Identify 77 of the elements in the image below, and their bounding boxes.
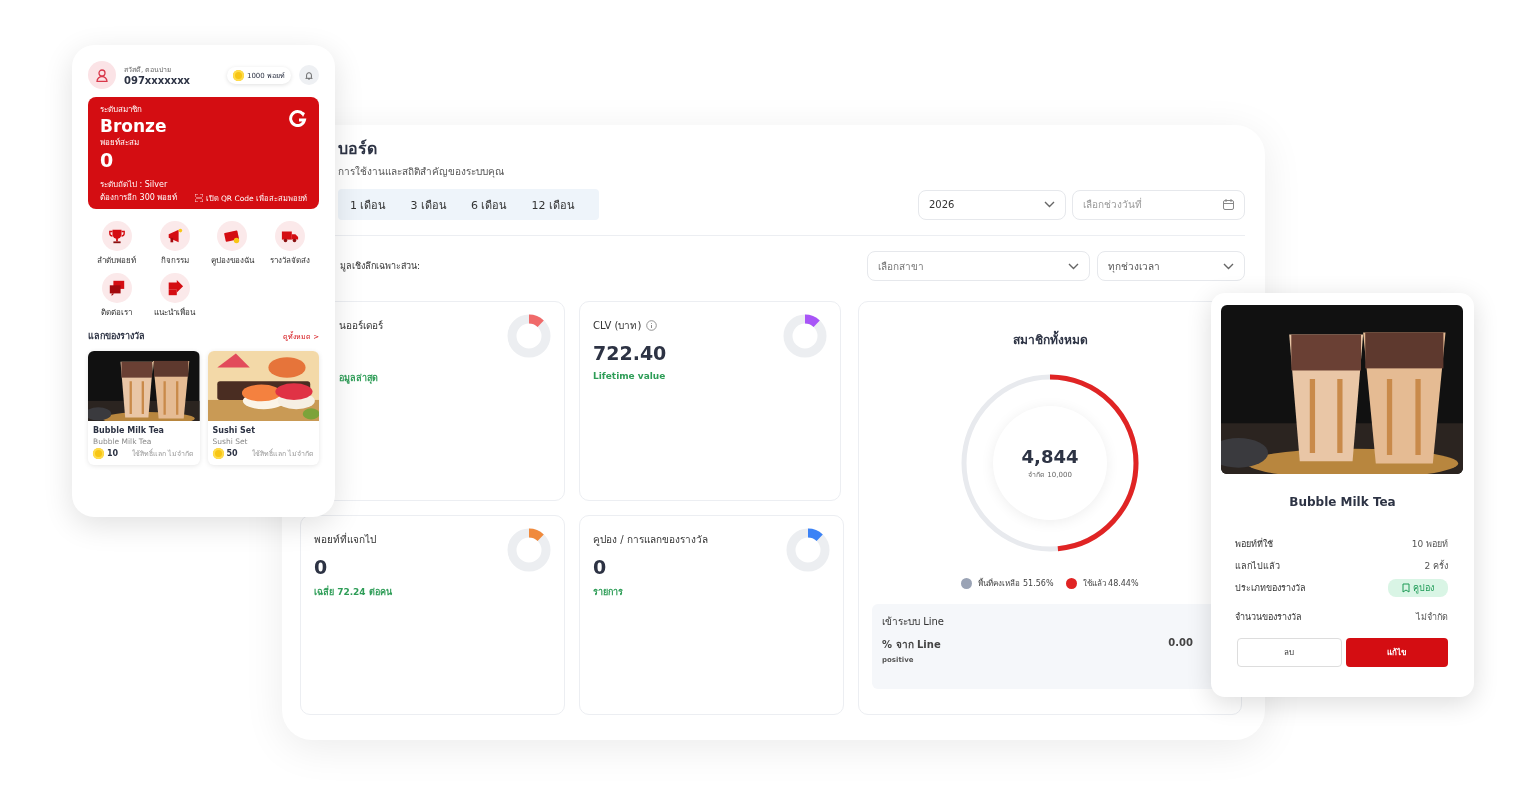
calendar-icon [1223, 199, 1234, 210]
phone-number: 097xxxxxxx [124, 75, 192, 86]
detail-label: แลกไปแล้ว [1235, 559, 1280, 573]
stat-value: 0 [314, 555, 329, 579]
card-title: พอยท์ที่แจกไป [314, 532, 376, 547]
detail-label: จำนวนของรางวัล [1235, 611, 1302, 624]
time-range-select[interactable]: ทุกช่วงเวลา [1097, 251, 1245, 281]
card-title: CLV (บาท) [593, 319, 642, 333]
coin-icon [93, 448, 104, 459]
reward-name: Bubble Milk Tea [93, 426, 165, 435]
branch-select[interactable]: เลือกสาขา [867, 251, 1090, 281]
detail-value: 10 พอยท์ [1411, 537, 1448, 551]
detail-label: พอยท์ที่ใช้ [1235, 537, 1273, 551]
reward-name: Sushi Set [212, 426, 256, 435]
page-subtitle: การใช้งานและสถิติสำคัญของระบบคุณ [338, 165, 505, 179]
coin-icon [212, 448, 224, 459]
card-title: สมาชิกทั้งหมด [1012, 330, 1088, 349]
points-label: พอยท์สะสม [100, 137, 139, 149]
detail-label: ประเภทของรางวัล [1235, 582, 1306, 595]
metric-value: 0.00 [1168, 637, 1193, 650]
type-tag: คูปอง [1388, 579, 1448, 597]
donut-chart-icon [507, 528, 551, 572]
next-tier-text: ระดับถัดไป : Silver [100, 179, 169, 191]
card-title: นออร์เดอร์ [339, 319, 383, 333]
stat-note: อมูลล่าสุด [339, 372, 379, 385]
page-title: บอร์ด [338, 139, 378, 159]
detail-value: 2 ครั้ง [1424, 559, 1448, 573]
year-select[interactable]: 2026 [918, 189, 1066, 220]
period-tab[interactable]: 3 เดือน [398, 189, 459, 220]
chevron-down-icon [1068, 262, 1079, 270]
filter-label: มูลเชิงลึกเฉพาะส่วน: [340, 260, 421, 273]
stat-note: Lifetime value [593, 371, 667, 381]
notification-button[interactable] [299, 65, 319, 85]
period-tab[interactable]: 6 เดือน [459, 189, 520, 220]
menu-item[interactable]: ติดต่อเรา [88, 273, 146, 319]
circular-arrow-icon [289, 109, 307, 127]
bookmark-icon [1402, 583, 1410, 593]
person-icon [96, 68, 108, 82]
chevron-down-icon [1223, 262, 1234, 270]
menu-item[interactable]: รางวัลจัดส่ง [261, 221, 319, 267]
detail-value: ไม่จำกัด [1416, 611, 1448, 624]
metric-label: % จาก Line [882, 638, 941, 652]
points-needed-text: ต้องการอีก 300 พอยท์ [100, 192, 178, 204]
card-title: คูปอง / การแลกของรางวัล [593, 533, 708, 547]
menu-item[interactable]: ลำดับพอยท์ [88, 221, 146, 267]
period-tab[interactable]: 12 เดือน [519, 189, 587, 220]
donut-chart-icon [786, 528, 830, 572]
period-tab[interactable]: 1 เดือน [338, 189, 399, 220]
trophy-icon [107, 227, 126, 245]
legend-label: พื้นที่คงเหลือ 51.56% [978, 577, 1054, 590]
ticket-icon [223, 227, 242, 245]
tier-label: ระดับสมาชิก [100, 104, 142, 116]
menu-item[interactable]: กิจกรรม [145, 221, 204, 267]
scan-icon [194, 194, 203, 202]
coin-icon [232, 69, 244, 81]
stat-value: 722.40 [593, 341, 668, 365]
panel-title: เข้าระบบ Line [882, 615, 946, 629]
chat-bubbles-icon [107, 279, 126, 297]
stat-note: เฉลี่ย 72.24 ต่อคน [314, 585, 393, 599]
edit-button[interactable]: แก้ไข [1345, 638, 1448, 667]
chevron-down-icon [1044, 201, 1055, 208]
bell-icon [305, 69, 313, 81]
donut-chart-icon [783, 314, 827, 358]
stat-note: รายการ [593, 586, 624, 599]
legend-label: ใช้แล้ว 48.44% [1082, 578, 1139, 590]
donut-chart-icon [507, 314, 551, 358]
member-count: 4,844 [1021, 446, 1079, 467]
reward-name: Bubble Milk Tea [1288, 495, 1397, 509]
points-cost: 50 [226, 449, 238, 458]
points-cost: 10 [107, 449, 119, 458]
stat-value: 0 [593, 555, 608, 579]
menu-item[interactable]: แนะนำเพื่อน [145, 273, 204, 319]
points-value: 0 [100, 149, 114, 171]
tier-name: Bronze [100, 116, 167, 136]
delete-button[interactable]: ลบ [1237, 638, 1342, 667]
section-title: แลกของรางวัล [88, 330, 145, 343]
menu-item[interactable]: คูปองของฉัน [203, 221, 262, 267]
